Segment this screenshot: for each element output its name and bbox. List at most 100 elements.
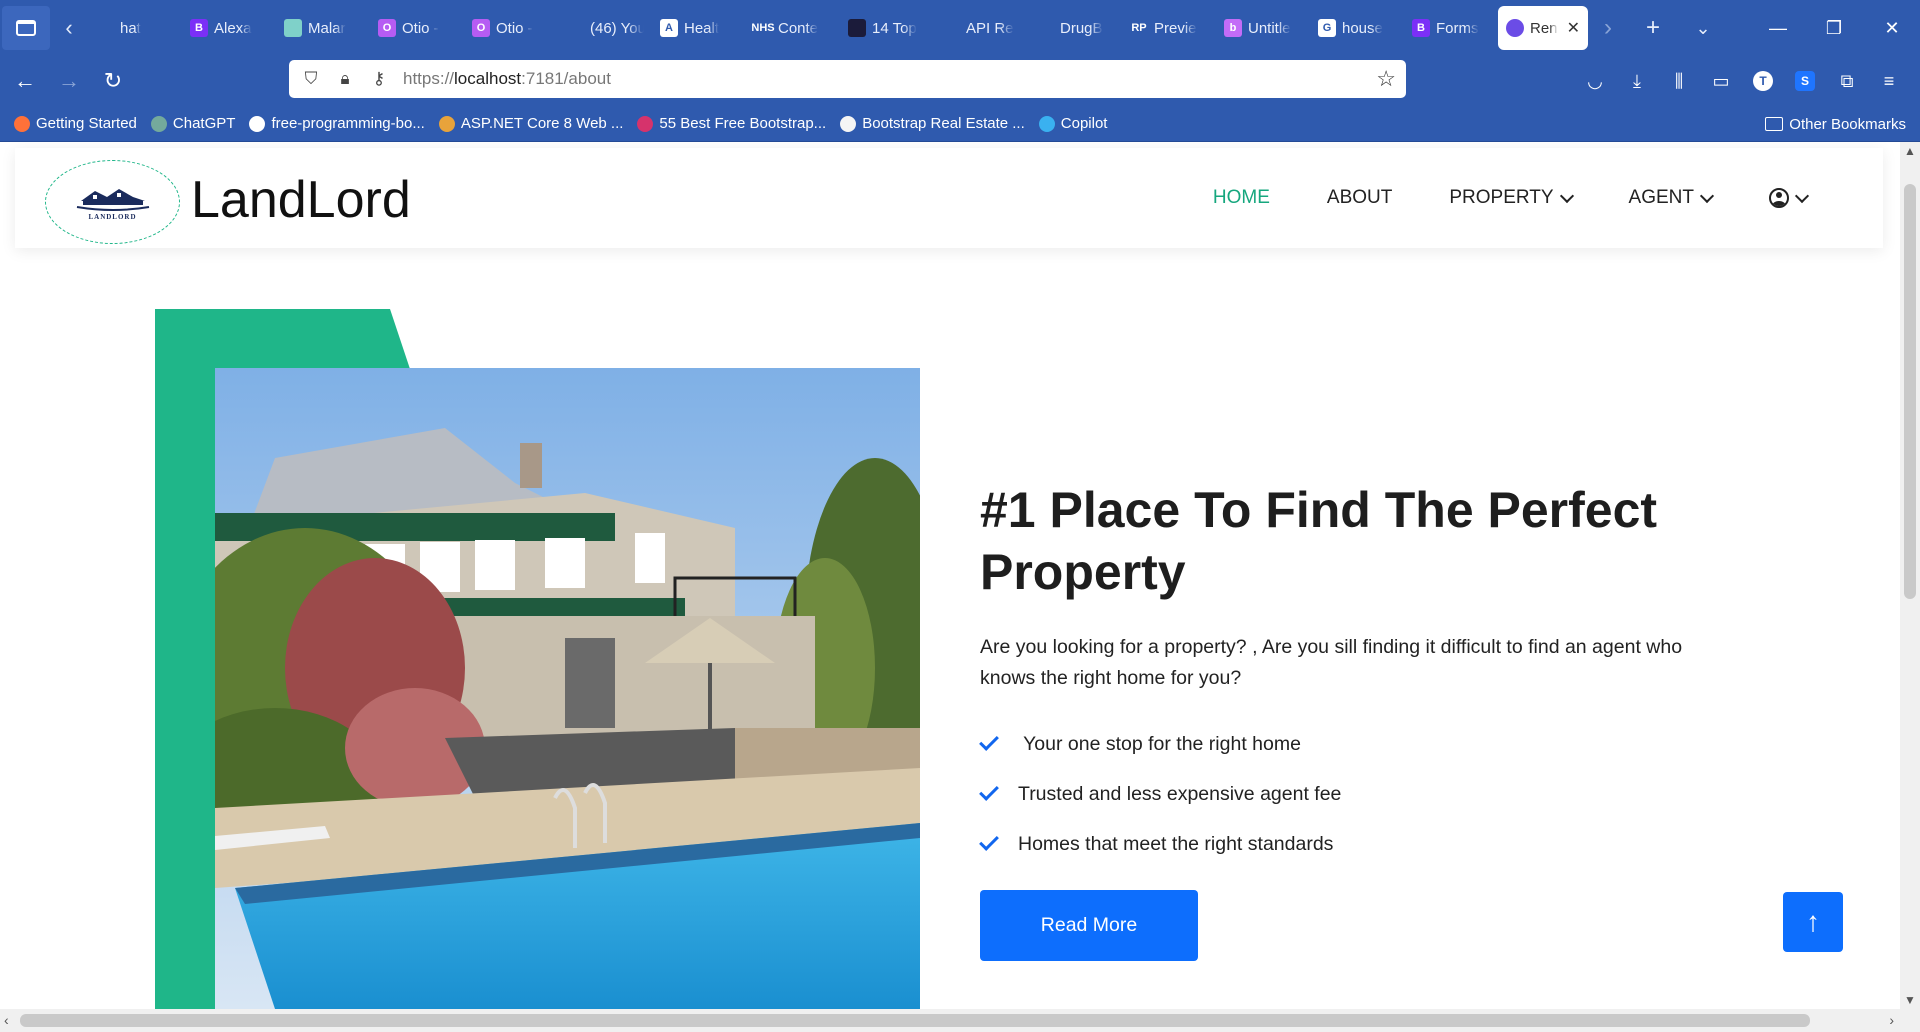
window-minimize-button[interactable]: —	[1750, 0, 1806, 56]
bookmark-label: ASP.NET Core 8 Web ...	[460, 115, 624, 132]
tab-title: hat	[120, 19, 141, 37]
other-bookmarks-label: Other Bookmarks	[1789, 115, 1906, 133]
tab[interactable]: RP Previe	[1122, 6, 1216, 50]
tab[interactable]: 14 Top	[840, 6, 934, 50]
tab[interactable]: hat	[88, 6, 182, 50]
tab-active[interactable]: Ren ✕	[1498, 6, 1588, 50]
bookmark-item[interactable]: Bootstrap Real Estate ...	[840, 115, 1025, 132]
user-account-menu[interactable]	[1769, 188, 1810, 208]
tab[interactable]: NHS Conte	[746, 6, 840, 50]
extensions-puzzle-icon[interactable]: ⧉	[1826, 62, 1868, 100]
tab[interactable]: Malar	[276, 6, 370, 50]
tab-favicon-icon: b	[1224, 19, 1242, 37]
scroll-right-arrow-icon[interactable]: ›	[1889, 1012, 1894, 1028]
nav-about[interactable]: ABOUT	[1327, 187, 1392, 209]
user-circle-icon	[1769, 188, 1789, 208]
shield-icon[interactable]: ⛉	[301, 69, 321, 89]
browser-tab-bar: ‹ hat B Alexa Malar O Otio - O Otio - (46) YouTu…	[0, 0, 1920, 56]
profile-icon[interactable]: T	[1742, 62, 1784, 100]
nav-home[interactable]: HOME	[1213, 187, 1270, 209]
tab-strip: hat B Alexa Malar O Otio - O Otio - (46) YouTu AH…	[88, 0, 1498, 56]
brand-name[interactable]: LandLord	[191, 170, 411, 230]
bookmark-item[interactable]: ChatGPT	[150, 115, 235, 132]
window-close-button[interactable]: ✕	[1864, 0, 1920, 56]
house-logo-icon	[76, 189, 149, 211]
bookmark-item[interactable]: ASP.NET Core 8 Web ...	[438, 115, 624, 132]
chevron-down-icon	[1794, 188, 1810, 203]
sidebar-icon[interactable]: ▭	[1700, 62, 1742, 100]
url-text[interactable]: https://localhost:7181/about	[403, 69, 611, 89]
window-maximize-button[interactable]: ❐	[1806, 0, 1862, 56]
tab-favicon-icon: B	[190, 19, 208, 37]
library-icon[interactable]: ⫼	[1658, 62, 1700, 100]
vertical-scrollbar[interactable]: ▲ ▼	[1900, 142, 1920, 1009]
tab-list-button[interactable]	[2, 6, 50, 50]
bookmark-list: Getting Started ChatGPT free-programming-b…	[14, 115, 1121, 132]
vertical-scroll-thumb[interactable]	[1904, 184, 1916, 599]
scroll-tabs-right-button[interactable]: ›	[1588, 6, 1628, 50]
read-more-button[interactable]: Read More	[980, 890, 1198, 961]
close-tab-icon[interactable]: ✕	[1567, 18, 1580, 38]
tab[interactable]: API Re	[934, 6, 1028, 50]
tab-favicon-icon	[848, 19, 866, 37]
bookmark-item[interactable]: Copilot	[1038, 115, 1107, 132]
bookmark-star-icon[interactable]: ☆	[1376, 66, 1396, 92]
tab-title: Previe	[1154, 19, 1197, 37]
nav-label: AGENT	[1628, 187, 1694, 208]
reload-button[interactable]: ↻	[94, 62, 132, 100]
bookmark-favicon-icon	[1038, 115, 1055, 132]
site-logo[interactable]: LANDLORD	[45, 160, 180, 244]
menu-hamburger-icon[interactable]: ≡	[1868, 62, 1910, 100]
back-button[interactable]: ←	[6, 62, 44, 100]
bookmark-item[interactable]: Getting Started	[14, 115, 137, 132]
download-icon[interactable]: ⤓	[1616, 62, 1658, 100]
tab[interactable]: (46) YouTu	[558, 6, 652, 50]
pocket-icon[interactable]: ◡	[1574, 62, 1616, 100]
tab-title: Forms	[1436, 19, 1479, 37]
back-to-top-button[interactable]: ↑	[1783, 892, 1843, 952]
tab[interactable]: b Untitle	[1216, 6, 1310, 50]
tab[interactable]: O Otio -	[370, 6, 464, 50]
horizontal-scrollbar[interactable]: ‹ ›	[0, 1009, 1920, 1032]
bookmark-item[interactable]: 55 Best Free Bootstrap...	[637, 115, 826, 132]
bookmark-favicon-icon	[14, 115, 30, 132]
bookmark-favicon-icon	[438, 115, 455, 132]
tab-title: Otio -	[402, 19, 439, 37]
bookmark-label: 55 Best Free Bootstrap...	[659, 115, 827, 132]
tab-favicon	[1506, 19, 1524, 37]
folder-icon	[1765, 117, 1784, 131]
feature-item: Your one stop for the right home	[979, 719, 1341, 769]
forward-button[interactable]: →	[50, 62, 88, 100]
tab-title: (46) YouTu	[590, 19, 644, 37]
tab[interactable]: A Healt	[652, 6, 746, 50]
tab-favicon-icon: RP	[1131, 22, 1147, 34]
new-tab-button[interactable]: +	[1628, 6, 1678, 50]
tab[interactable]: O Otio -	[464, 6, 558, 50]
tab-favicon-icon: B	[1412, 19, 1430, 37]
chevron-down-icon	[1699, 188, 1715, 203]
extension-s-icon[interactable]: S	[1784, 62, 1826, 100]
feature-item: Trusted and less expensive agent fee	[979, 769, 1341, 819]
tab[interactable]: Ghouse	[1310, 6, 1404, 50]
bookmark-favicon-icon	[637, 115, 654, 132]
scroll-down-arrow-icon[interactable]: ▼	[1900, 993, 1920, 1007]
chevron-down-icon	[1559, 188, 1574, 203]
nav-property[interactable]: PROPERTY	[1449, 187, 1574, 209]
feature-text: Homes that meet the right standards	[1018, 832, 1334, 855]
address-bar[interactable]: ⛉ 🔒︎ ⚷ https://localhost:7181/about ☆	[289, 60, 1406, 98]
tab-title: Otio -	[496, 19, 533, 37]
other-bookmarks[interactable]: Other Bookmarks	[1765, 106, 1906, 142]
key-icon[interactable]: ⚷	[369, 69, 389, 89]
nav-agent[interactable]: AGENT	[1628, 187, 1715, 209]
tab[interactable]: B Alexa	[182, 6, 276, 50]
scroll-up-arrow-icon[interactable]: ▲	[1900, 144, 1920, 158]
lock-icon[interactable]: 🔒︎	[335, 69, 355, 89]
bookmark-item[interactable]: free-programming-bo...	[249, 115, 425, 132]
list-all-tabs-button[interactable]: ⌄	[1678, 6, 1728, 50]
scroll-tabs-left-button[interactable]: ‹	[50, 6, 88, 50]
horizontal-scroll-thumb[interactable]	[20, 1014, 1810, 1027]
tab[interactable]: DrugB	[1028, 6, 1122, 50]
tab[interactable]: B Forms	[1404, 6, 1498, 50]
scroll-left-arrow-icon[interactable]: ‹	[4, 1012, 9, 1028]
tab-favicon-icon	[284, 19, 302, 37]
